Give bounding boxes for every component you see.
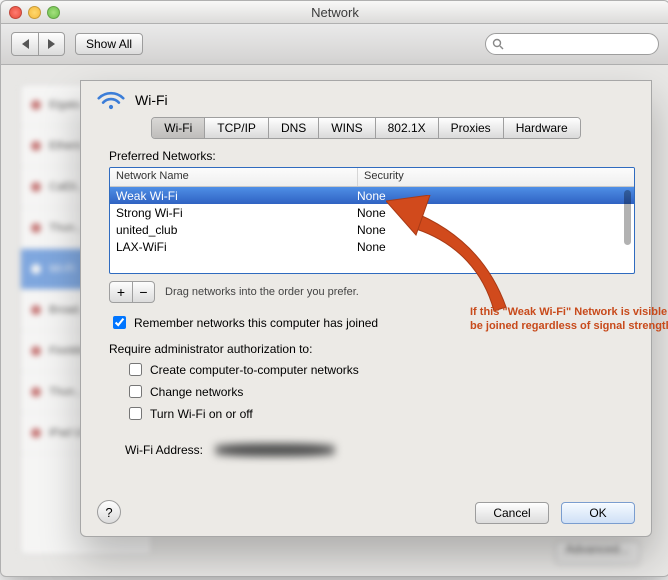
toolbar: Show All bbox=[1, 24, 668, 65]
tab-dns[interactable]: DNS bbox=[268, 118, 318, 138]
cell-network-name: Strong Wi-Fi bbox=[110, 206, 351, 220]
remember-networks-checkbox[interactable] bbox=[113, 316, 126, 329]
drag-hint: Drag networks into the order you prefer. bbox=[165, 286, 359, 298]
nav-back-forward bbox=[11, 32, 65, 56]
add-network-button[interactable]: + bbox=[110, 282, 132, 302]
table-row[interactable]: LAX-WiFiNone bbox=[110, 238, 634, 255]
cell-network-name: Weak Wi-Fi bbox=[110, 189, 351, 203]
cell-network-name: LAX-WiFi bbox=[110, 240, 351, 254]
window-titlebar: Network bbox=[1, 1, 668, 24]
cell-security: None bbox=[351, 223, 634, 237]
require-checkbox-0[interactable] bbox=[129, 363, 142, 376]
remember-networks-label[interactable]: Remember networks this computer has join… bbox=[134, 316, 378, 330]
help-icon: ? bbox=[105, 505, 112, 520]
require-label-1[interactable]: Change networks bbox=[150, 385, 243, 399]
cell-security: None bbox=[351, 206, 634, 220]
wifi-icon bbox=[97, 89, 125, 111]
add-remove-segment: + − bbox=[109, 281, 155, 303]
search-input[interactable] bbox=[504, 36, 652, 52]
chevron-right-icon bbox=[48, 39, 55, 49]
wifi-address-label: Wi-Fi Address: bbox=[125, 443, 203, 457]
column-network-name[interactable]: Network Name bbox=[110, 168, 358, 186]
require-checkbox-2[interactable] bbox=[129, 407, 142, 420]
ok-button[interactable]: OK bbox=[561, 502, 635, 524]
table-row[interactable]: Weak Wi-FiNone bbox=[110, 187, 634, 204]
search-field[interactable] bbox=[485, 33, 659, 55]
require-auth-label: Require administrator authorization to: bbox=[109, 342, 635, 356]
advanced-button: Advanced... bbox=[555, 541, 640, 565]
tab-proxies[interactable]: Proxies bbox=[438, 118, 503, 138]
wifi-address-value-redacted bbox=[215, 443, 335, 457]
wifi-advanced-sheet: Wi-Fi Wi-FiTCP/IPDNSWINS802.1XProxiesHar… bbox=[80, 80, 652, 537]
sheet-header: Wi-Fi bbox=[97, 89, 635, 111]
remove-network-button[interactable]: − bbox=[132, 282, 154, 302]
cell-security: None bbox=[351, 240, 634, 254]
forward-button[interactable] bbox=[38, 33, 64, 55]
table-header: Network Name Security bbox=[110, 168, 634, 187]
tab-tcp-ip[interactable]: TCP/IP bbox=[204, 118, 268, 138]
require-checkbox-1[interactable] bbox=[129, 385, 142, 398]
tab-bar: Wi-FiTCP/IPDNSWINS802.1XProxiesHardware bbox=[151, 117, 580, 139]
tab-wi-fi[interactable]: Wi-Fi bbox=[152, 118, 204, 138]
column-security[interactable]: Security bbox=[358, 168, 634, 186]
preferred-networks-table[interactable]: Network Name Security Weak Wi-FiNoneStro… bbox=[109, 167, 635, 274]
tab-802-1x[interactable]: 802.1X bbox=[375, 118, 438, 138]
search-icon bbox=[492, 38, 504, 50]
tab-hardware[interactable]: Hardware bbox=[503, 118, 580, 138]
table-body[interactable]: Weak Wi-FiNoneStrong Wi-FiNoneunited_clu… bbox=[110, 187, 634, 272]
cell-security: None bbox=[351, 189, 634, 203]
back-button[interactable] bbox=[12, 33, 38, 55]
cell-network-name: united_club bbox=[110, 223, 351, 237]
preferred-networks-label: Preferred Networks: bbox=[109, 149, 635, 163]
require-label-0[interactable]: Create computer-to-computer networks bbox=[150, 363, 359, 377]
table-row[interactable]: united_clubNone bbox=[110, 221, 634, 238]
require-label-2[interactable]: Turn Wi-Fi on or off bbox=[150, 407, 253, 421]
cancel-button[interactable]: Cancel bbox=[475, 502, 549, 524]
table-row[interactable]: Strong Wi-FiNone bbox=[110, 204, 634, 221]
tab-wins[interactable]: WINS bbox=[318, 118, 374, 138]
window-title: Network bbox=[1, 5, 668, 20]
scrollbar-thumb[interactable] bbox=[624, 190, 631, 245]
sheet-title: Wi-Fi bbox=[135, 92, 168, 108]
help-button[interactable]: ? bbox=[97, 500, 121, 524]
show-all-button[interactable]: Show All bbox=[75, 33, 143, 55]
chevron-left-icon bbox=[22, 39, 29, 49]
